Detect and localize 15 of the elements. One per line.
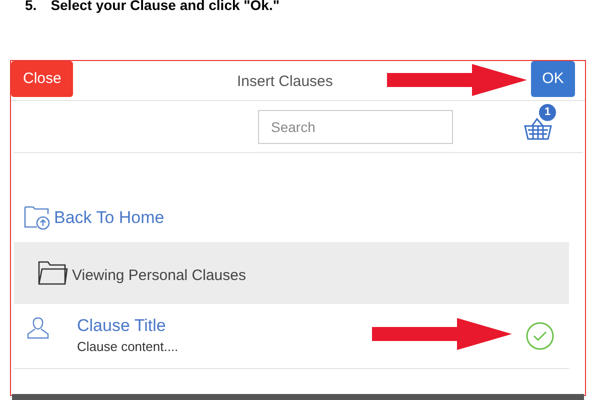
instruction-text: Select your Clause and click "Ok." xyxy=(50,0,280,12)
ok-button[interactable]: OK xyxy=(531,61,575,97)
dialog-title: Insert Clauses xyxy=(237,72,333,92)
check-icon[interactable] xyxy=(525,321,555,351)
search-field[interactable]: Search xyxy=(258,110,453,144)
step-number: 5. xyxy=(25,0,37,12)
clause-content: Clause content.... xyxy=(77,338,178,356)
back-to-home-link[interactable]: Back To Home xyxy=(54,204,164,230)
folder-upload-icon xyxy=(24,204,50,230)
clause-title[interactable]: Clause Title xyxy=(77,315,178,338)
close-button[interactable]: Close xyxy=(11,61,74,97)
folder-icon xyxy=(38,260,68,286)
person-icon xyxy=(26,316,50,340)
count-badge: 1 xyxy=(539,104,556,120)
folder-label: Viewing Personal Clauses xyxy=(72,266,246,286)
